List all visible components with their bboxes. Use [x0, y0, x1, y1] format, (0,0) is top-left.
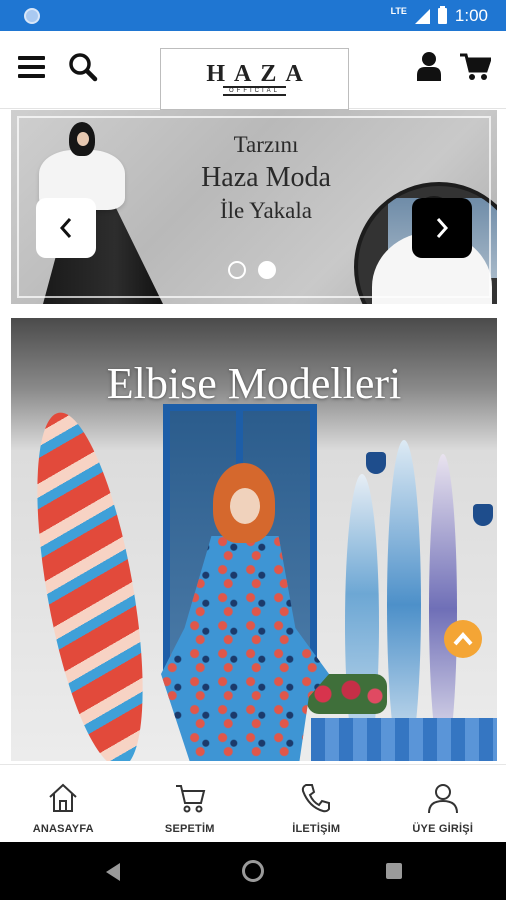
- nav-contact-label: İLETİŞİM: [292, 823, 341, 835]
- nav-login[interactable]: ÜYE GİRİŞİ: [380, 765, 506, 842]
- promo-slider[interactable]: Tarzını Haza Moda İle Yakala: [11, 110, 497, 304]
- chevron-up-icon: [453, 632, 473, 646]
- surfboard-image: [387, 440, 421, 761]
- notification-icon: [24, 8, 40, 24]
- nav-cart[interactable]: SEPETİM: [127, 765, 254, 842]
- slider-line-1: Tarzını: [233, 132, 299, 157]
- lamp-image: [366, 452, 386, 474]
- slider-prev-button[interactable]: [36, 198, 96, 258]
- home-button-icon[interactable]: [242, 860, 264, 882]
- surfboard-image: [429, 454, 457, 761]
- logo-name: HAZA: [206, 60, 312, 87]
- cart-icon[interactable]: [460, 53, 491, 81]
- network-type: LTE: [390, 6, 407, 16]
- menu-icon[interactable]: [18, 56, 45, 78]
- home-icon: [49, 783, 77, 812]
- chevron-left-icon: [59, 218, 72, 238]
- slider-dots: [228, 261, 276, 279]
- nav-cart-label: SEPETİM: [164, 823, 215, 835]
- status-time: 1:00: [454, 6, 488, 25]
- battery-icon: [437, 6, 447, 24]
- slider-dot-1[interactable]: [228, 261, 246, 279]
- app-header: HAZA OFFICIAL: [0, 31, 506, 110]
- bench-image: [311, 718, 497, 761]
- user-icon: [427, 784, 458, 814]
- status-bar: LTE 1:00: [0, 0, 506, 31]
- status-indicators: LTE 1:00: [391, 6, 488, 26]
- scroll-top-button[interactable]: [444, 620, 482, 658]
- brand-logo[interactable]: HAZA OFFICIAL: [160, 48, 349, 110]
- slider-line-3: İle Yakala: [220, 198, 312, 223]
- search-icon[interactable]: [68, 52, 98, 82]
- logo-tagline: OFFICIAL: [222, 85, 286, 96]
- chevron-right-icon: [436, 218, 449, 238]
- signal-icon: [414, 8, 430, 24]
- phone-icon: [302, 784, 331, 813]
- recent-apps-icon[interactable]: [386, 863, 402, 879]
- slider-next-button[interactable]: [412, 198, 472, 258]
- back-icon[interactable]: [106, 863, 120, 881]
- nav-login-label: ÜYE GİRİŞİ: [412, 823, 474, 835]
- cart-icon: [175, 785, 206, 813]
- surfboard-image: [16, 405, 164, 761]
- slider-dot-2[interactable]: [258, 261, 276, 279]
- lamp-image: [473, 504, 493, 526]
- category-title: Elbise Modelleri: [106, 359, 402, 408]
- nav-home[interactable]: ANASAYFA: [0, 765, 127, 842]
- nav-home-label: ANASAYFA: [32, 823, 94, 835]
- model-face-image: [230, 488, 260, 524]
- category-banner[interactable]: Elbise Modelleri: [11, 318, 497, 761]
- slider-line-2: Haza Moda: [201, 162, 331, 193]
- nav-contact[interactable]: İLETİŞİM: [253, 765, 380, 842]
- system-nav-bar: [0, 842, 506, 900]
- user-icon[interactable]: [417, 51, 441, 81]
- bottom-nav: ANASAYFA SEPETİM İLETİŞİM ÜYE GİRİŞİ: [0, 764, 506, 842]
- slider-caption: Tarzını Haza Moda İle Yakala: [171, 130, 361, 226]
